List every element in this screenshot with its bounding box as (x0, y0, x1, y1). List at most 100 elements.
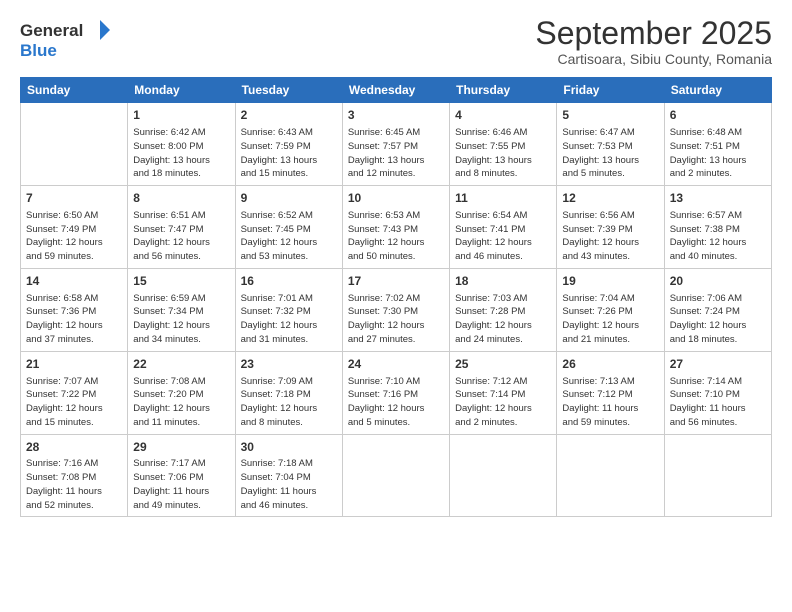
table-row: 29Sunrise: 7:17 AM Sunset: 7:06 PM Dayli… (128, 434, 235, 517)
col-friday: Friday (557, 78, 664, 103)
day-number: 18 (455, 273, 551, 290)
day-info: Sunrise: 7:12 AM Sunset: 7:14 PM Dayligh… (455, 375, 551, 430)
day-number: 21 (26, 356, 122, 373)
day-info: Sunrise: 6:43 AM Sunset: 7:59 PM Dayligh… (241, 126, 337, 181)
day-number: 28 (26, 439, 122, 456)
day-info: Sunrise: 7:13 AM Sunset: 7:12 PM Dayligh… (562, 375, 658, 430)
table-row: 3Sunrise: 6:45 AM Sunset: 7:57 PM Daylig… (342, 103, 449, 186)
day-number: 30 (241, 439, 337, 456)
day-number: 29 (133, 439, 229, 456)
day-info: Sunrise: 6:53 AM Sunset: 7:43 PM Dayligh… (348, 209, 444, 264)
col-monday: Monday (128, 78, 235, 103)
day-info: Sunrise: 6:50 AM Sunset: 7:49 PM Dayligh… (26, 209, 122, 264)
day-info: Sunrise: 7:17 AM Sunset: 7:06 PM Dayligh… (133, 457, 229, 512)
day-info: Sunrise: 6:48 AM Sunset: 7:51 PM Dayligh… (670, 126, 766, 181)
day-number: 17 (348, 273, 444, 290)
table-row: 24 Sunrise: 7:10 AM Sunset: 7:16 PM Dayli… (342, 351, 449, 434)
table-row: 30Sunrise: 7:18 AM Sunset: 7:04 PM Dayli… (235, 434, 342, 517)
table-row: 4 Sunrise: 6:46 AM Sunset: 7:55 PM Daylig… (450, 103, 557, 186)
day-info: Sunrise: 7:06 AM Sunset: 7:24 PM Dayligh… (670, 292, 766, 347)
day-info: Sunrise: 6:46 AM Sunset: 7:55 PM Dayligh… (455, 126, 551, 181)
table-row (664, 434, 771, 517)
day-info: Sunrise: 6:42 AM Sunset: 8:00 PM Dayligh… (133, 126, 229, 181)
day-number: 5 (562, 107, 658, 124)
table-row: 28Sunrise: 7:16 AM Sunset: 7:08 PM Dayli… (21, 434, 128, 517)
table-row (557, 434, 664, 517)
table-row: 6 Sunrise: 6:48 AM Sunset: 7:51 PM Daylig… (664, 103, 771, 186)
table-row: 23Sunrise: 7:09 AM Sunset: 7:18 PM Dayli… (235, 351, 342, 434)
logo-svg: General Blue (20, 16, 110, 64)
table-row: 21 Sunrise: 7:07 AM Sunset: 7:22 PM Dayli… (21, 351, 128, 434)
table-row: 2Sunrise: 6:43 AM Sunset: 7:59 PM Daylig… (235, 103, 342, 186)
day-number: 15 (133, 273, 229, 290)
day-number: 22 (133, 356, 229, 373)
header: General Blue September 2025 Cartisoara, … (20, 16, 772, 67)
calendar-week-row: 28Sunrise: 7:16 AM Sunset: 7:08 PM Dayli… (21, 434, 772, 517)
table-row: 11Sunrise: 6:54 AM Sunset: 7:41 PM Dayli… (450, 186, 557, 269)
table-row: 9Sunrise: 6:52 AM Sunset: 7:45 PM Daylig… (235, 186, 342, 269)
day-info: Sunrise: 6:51 AM Sunset: 7:47 PM Dayligh… (133, 209, 229, 264)
table-row (342, 434, 449, 517)
table-row: 14 Sunrise: 6:58 AM Sunset: 7:36 PM Dayli… (21, 268, 128, 351)
day-number: 25 (455, 356, 551, 373)
day-info: Sunrise: 6:54 AM Sunset: 7:41 PM Dayligh… (455, 209, 551, 264)
day-number: 10 (348, 190, 444, 207)
day-info: Sunrise: 7:03 AM Sunset: 7:28 PM Dayligh… (455, 292, 551, 347)
day-info: Sunrise: 7:10 AM Sunset: 7:16 PM Dayligh… (348, 375, 444, 430)
day-info: Sunrise: 6:52 AM Sunset: 7:45 PM Dayligh… (241, 209, 337, 264)
day-info: Sunrise: 6:47 AM Sunset: 7:53 PM Dayligh… (562, 126, 658, 181)
table-row: 27 Sunrise: 7:14 AM Sunset: 7:10 PM Dayli… (664, 351, 771, 434)
day-info: Sunrise: 7:18 AM Sunset: 7:04 PM Dayligh… (241, 457, 337, 512)
col-sunday: Sunday (21, 78, 128, 103)
day-info: Sunrise: 7:07 AM Sunset: 7:22 PM Dayligh… (26, 375, 122, 430)
day-number: 24 (348, 356, 444, 373)
logo: General Blue (20, 16, 110, 64)
svg-text:Blue: Blue (20, 41, 57, 60)
day-info: Sunrise: 6:59 AM Sunset: 7:34 PM Dayligh… (133, 292, 229, 347)
col-saturday: Saturday (664, 78, 771, 103)
day-number: 4 (455, 107, 551, 124)
day-number: 14 (26, 273, 122, 290)
day-info: Sunrise: 7:01 AM Sunset: 7:32 PM Dayligh… (241, 292, 337, 347)
calendar-week-row: 14 Sunrise: 6:58 AM Sunset: 7:36 PM Dayli… (21, 268, 772, 351)
day-info: Sunrise: 7:08 AM Sunset: 7:20 PM Dayligh… (133, 375, 229, 430)
calendar-week-row: 21 Sunrise: 7:07 AM Sunset: 7:22 PM Dayli… (21, 351, 772, 434)
table-row: 26 Sunrise: 7:13 AM Sunset: 7:12 PM Dayli… (557, 351, 664, 434)
day-number: 20 (670, 273, 766, 290)
day-number: 1 (133, 107, 229, 124)
table-row: 10 Sunrise: 6:53 AM Sunset: 7:43 PM Dayli… (342, 186, 449, 269)
table-row: 17 Sunrise: 7:02 AM Sunset: 7:30 PM Dayli… (342, 268, 449, 351)
col-tuesday: Tuesday (235, 78, 342, 103)
col-thursday: Thursday (450, 78, 557, 103)
table-row: 7Sunrise: 6:50 AM Sunset: 7:49 PM Daylig… (21, 186, 128, 269)
table-row (21, 103, 128, 186)
day-info: Sunrise: 6:56 AM Sunset: 7:39 PM Dayligh… (562, 209, 658, 264)
table-row: 5 Sunrise: 6:47 AM Sunset: 7:53 PM Daylig… (557, 103, 664, 186)
day-info: Sunrise: 7:16 AM Sunset: 7:08 PM Dayligh… (26, 457, 122, 512)
page: General Blue September 2025 Cartisoara, … (0, 0, 792, 612)
table-row: 12Sunrise: 6:56 AM Sunset: 7:39 PM Dayli… (557, 186, 664, 269)
day-number: 19 (562, 273, 658, 290)
day-number: 23 (241, 356, 337, 373)
calendar-week-row: 7Sunrise: 6:50 AM Sunset: 7:49 PM Daylig… (21, 186, 772, 269)
day-info: Sunrise: 6:58 AM Sunset: 7:36 PM Dayligh… (26, 292, 122, 347)
day-number: 26 (562, 356, 658, 373)
calendar-table: Sunday Monday Tuesday Wednesday Thursday… (20, 77, 772, 517)
day-info: Sunrise: 7:04 AM Sunset: 7:26 PM Dayligh… (562, 292, 658, 347)
day-number: 27 (670, 356, 766, 373)
calendar-week-row: 1 Sunrise: 6:42 AM Sunset: 8:00 PM Daylig… (21, 103, 772, 186)
title-block: September 2025 Cartisoara, Sibiu County,… (535, 16, 772, 67)
table-row: 20 Sunrise: 7:06 AM Sunset: 7:24 PM Dayli… (664, 268, 771, 351)
day-number: 8 (133, 190, 229, 207)
day-number: 6 (670, 107, 766, 124)
table-row: 13Sunrise: 6:57 AM Sunset: 7:38 PM Dayli… (664, 186, 771, 269)
table-row: 19 Sunrise: 7:04 AM Sunset: 7:26 PM Dayli… (557, 268, 664, 351)
day-info: Sunrise: 6:45 AM Sunset: 7:57 PM Dayligh… (348, 126, 444, 181)
table-row: 22 Sunrise: 7:08 AM Sunset: 7:20 PM Dayli… (128, 351, 235, 434)
location-subtitle: Cartisoara, Sibiu County, Romania (535, 51, 772, 67)
table-row: 16Sunrise: 7:01 AM Sunset: 7:32 PM Dayli… (235, 268, 342, 351)
table-row: 1 Sunrise: 6:42 AM Sunset: 8:00 PM Daylig… (128, 103, 235, 186)
day-info: Sunrise: 6:57 AM Sunset: 7:38 PM Dayligh… (670, 209, 766, 264)
day-info: Sunrise: 7:02 AM Sunset: 7:30 PM Dayligh… (348, 292, 444, 347)
day-info: Sunrise: 7:14 AM Sunset: 7:10 PM Dayligh… (670, 375, 766, 430)
